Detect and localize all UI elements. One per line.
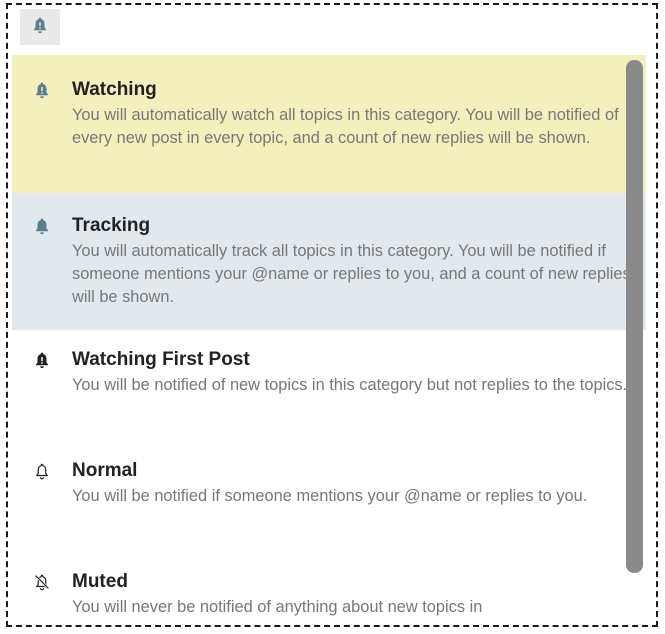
- menu-item-watching[interactable]: Watching You will automatically watch al…: [12, 55, 646, 193]
- menu-item-title: Tracking: [72, 215, 151, 236]
- menu-item-description: You will be notified of new topics in th…: [72, 376, 628, 394]
- menu-item-title: Muted: [72, 571, 128, 592]
- menu-item-description: You will be notified if someone mentions…: [72, 487, 588, 505]
- bell-exclamation-icon: [31, 349, 53, 371]
- menu-item-normal[interactable]: Normal You will be notified if someone m…: [12, 441, 646, 552]
- notification-level-menu: Watching You will automatically watch al…: [12, 55, 646, 618]
- notification-level-button[interactable]: [20, 9, 60, 45]
- menu-item-title: Watching: [72, 79, 157, 100]
- bell-exclamation-icon: [31, 16, 49, 39]
- menu-item-description: You will automatically track all topics …: [72, 242, 631, 306]
- bell-exclamation-icon: [31, 79, 53, 101]
- menu-item-muted[interactable]: Muted You will never be notified of anyt…: [12, 552, 646, 618]
- menu-item-watching-first-post[interactable]: Watching First Post You will be notified…: [12, 330, 646, 441]
- menu-item-description: You will automatically watch all topics …: [72, 106, 619, 147]
- menu-scrollbar[interactable]: [626, 60, 643, 573]
- menu-item-title: Watching First Post: [72, 349, 250, 370]
- bell-outline-icon: [31, 460, 53, 482]
- menu-item-tracking[interactable]: Tracking You will automatically track al…: [12, 193, 646, 330]
- bell-slash-icon: [31, 571, 53, 593]
- menu-item-title: Normal: [72, 460, 138, 481]
- menu-item-description: You will never be notified of anything a…: [72, 598, 483, 616]
- bell-icon: [31, 215, 53, 237]
